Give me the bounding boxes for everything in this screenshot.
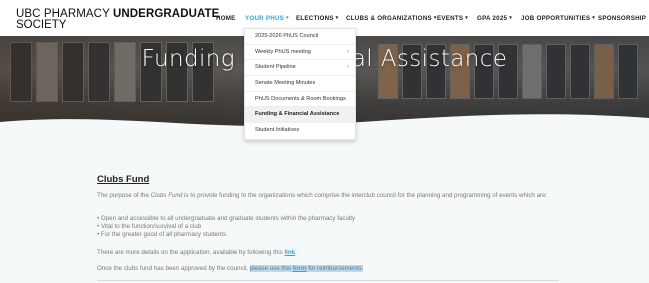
menu-item-phus-council[interactable]: 2025-2026 PhUS Council bbox=[245, 29, 355, 45]
text-selection: please use this form for reimbursements. bbox=[249, 265, 364, 272]
list-item: • For the greater good of all pharmacy s… bbox=[97, 231, 227, 238]
menu-item-senate-minutes[interactable]: Senate Meeting Minutes bbox=[245, 76, 355, 92]
approved-paragraph: Once the clubs fund has been approved by… bbox=[97, 265, 364, 272]
menu-item-student-initiatives[interactable]: Student Initiatives bbox=[245, 123, 355, 139]
chevron-down-icon: ▾ bbox=[286, 15, 289, 21]
main-nav: HOME YOUR PHUS ▾ ELECTIONS ▾ CLUBS & ORGAN… bbox=[0, 15, 649, 25]
list-item: • Vital to the function/survival of a cl… bbox=[97, 223, 202, 230]
divider bbox=[97, 280, 559, 281]
chevron-down-icon: ▾ bbox=[509, 15, 512, 21]
chevron-down-icon: ▾ bbox=[592, 15, 595, 21]
section-title-clubs-fund: Clubs Fund bbox=[97, 174, 150, 185]
chevron-right-icon: › bbox=[347, 64, 349, 71]
your-phus-dropdown: 2025-2026 PhUS Council Weekly PhUS meeti… bbox=[244, 28, 356, 140]
nav-job-opportunities[interactable]: JOB OPPORTUNITIES ▾ bbox=[521, 15, 595, 22]
chevron-down-icon: ▾ bbox=[335, 15, 339, 21]
menu-item-documents-bookings[interactable]: PhUS Documents & Room Bookings bbox=[245, 92, 355, 108]
nav-gpa-2025[interactable]: GPA 2025 ▾ bbox=[477, 15, 512, 22]
nav-events[interactable]: EVENTS ▾ bbox=[437, 15, 468, 22]
menu-item-student-pipeline[interactable]: Student Pipeline › bbox=[245, 60, 355, 77]
application-link[interactable]: link bbox=[284, 249, 295, 256]
clubs-fund-intro: The purpose of the Clubs Fund is to prov… bbox=[97, 192, 548, 199]
list-item: • Open and accessible to all undergradua… bbox=[97, 215, 356, 222]
nav-elections[interactable]: ELECTIONS ▾ bbox=[296, 15, 338, 22]
nav-clubs-organizations[interactable]: CLUBS & ORGANIZATIONS ▾ bbox=[346, 15, 437, 22]
chevron-right-icon: › bbox=[347, 48, 349, 55]
nav-your-phus[interactable]: YOUR PHUS ▾ bbox=[245, 15, 289, 22]
reimbursement-form-link[interactable]: form bbox=[293, 265, 307, 272]
nav-sponsorship[interactable]: SPONSORSHIP bbox=[598, 15, 646, 22]
nav-home[interactable]: HOME bbox=[216, 15, 236, 22]
main-content: Clubs Fund The purpose of the Clubs Fund… bbox=[0, 131, 649, 283]
menu-item-funding[interactable]: Funding & Financial Assistance bbox=[245, 107, 355, 124]
details-paragraph: There are more details on the applicatio… bbox=[97, 249, 297, 256]
menu-item-weekly-meeting[interactable]: Weekly PhUS meeting › bbox=[245, 45, 355, 61]
chevron-down-icon: ▾ bbox=[465, 15, 469, 21]
criteria-list: • Open and accessible to all undergradua… bbox=[97, 215, 567, 239]
